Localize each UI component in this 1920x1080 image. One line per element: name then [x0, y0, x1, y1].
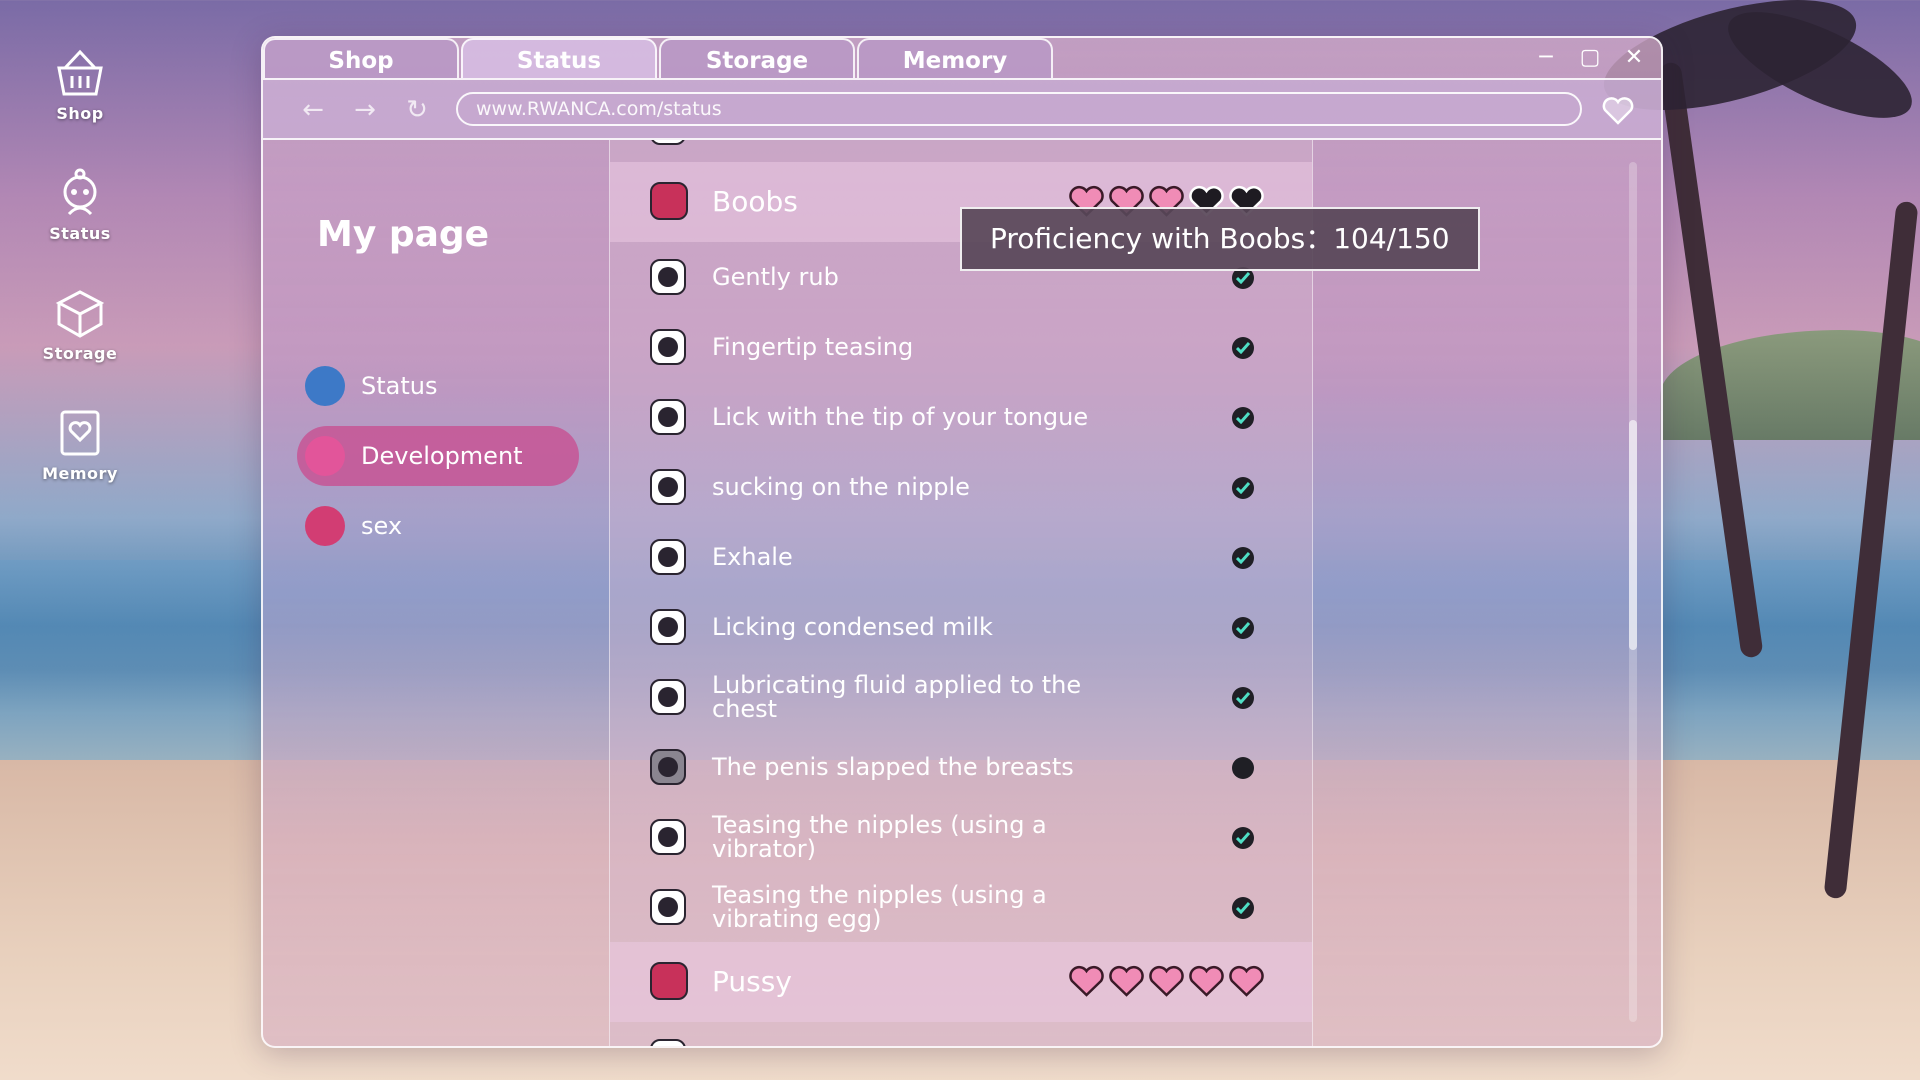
checkmark-icon — [1232, 547, 1254, 569]
character-icon — [63, 168, 97, 216]
vibrating-egg-icon — [650, 889, 686, 925]
sidebar-item-label: Development — [361, 442, 523, 470]
refresh-icon[interactable]: ↻ — [401, 94, 433, 126]
skill-icon — [650, 1039, 686, 1046]
heart-filled-icon — [1109, 965, 1144, 997]
category-label: Boobs — [712, 185, 798, 218]
desktop-status-label: Status — [49, 224, 111, 243]
forward-arrow-icon[interactable]: → — [349, 94, 381, 126]
desktop-storage-label: Storage — [42, 344, 118, 363]
list-item[interactable]: sucking on the nipple — [610, 452, 1312, 522]
address-toolbar: ← → ↻ www.RWANCA.com/status — [263, 78, 1661, 140]
box-icon — [55, 290, 105, 338]
locked-skill-icon — [650, 749, 686, 785]
list-item[interactable]: The penis slapped the breasts — [610, 732, 1312, 802]
sidebar-item-label: sex — [361, 512, 403, 540]
favorite-heart-icon[interactable] — [1601, 94, 1635, 128]
tab-memory[interactable]: Memory — [857, 38, 1053, 78]
sidebar-item-development[interactable]: Development — [297, 426, 579, 486]
item-label: Fingertip teasing — [712, 333, 914, 361]
tongue-icon — [650, 399, 686, 435]
maximize-icon[interactable]: ▢ — [1575, 44, 1605, 72]
item-label: Lick with the tip of your tongue — [712, 403, 1089, 431]
sidebar-item-sex[interactable]: sex — [297, 496, 579, 556]
basket-icon — [57, 49, 103, 96]
tab-bar: Shop Status Storage Memory ─ ▢ ✕ — [263, 38, 1661, 78]
desktop-storage[interactable]: Storage — [36, 288, 124, 363]
back-arrow-icon[interactable]: ← — [297, 94, 329, 126]
heart-filled-icon — [1229, 965, 1264, 997]
close-icon[interactable]: ✕ — [1619, 44, 1649, 72]
finger-icon — [650, 329, 686, 365]
desktop-memory[interactable]: Memory — [36, 408, 124, 483]
proficiency-tooltip: Proficiency with Boobs：104/150 — [960, 207, 1480, 271]
minimize-icon[interactable]: ─ — [1531, 44, 1561, 72]
heart-filled-icon — [1189, 965, 1224, 997]
item-label: Lubricating fluid applied to the chest — [712, 671, 1082, 723]
checkmark-icon — [1232, 477, 1254, 499]
list-item[interactable]: Lubricating fluid applied to the chest — [610, 662, 1312, 732]
sidebar-item-label: Status — [361, 372, 438, 400]
boobs-icon — [650, 182, 688, 220]
checkmark-icon — [1232, 337, 1254, 359]
list-item[interactable]: Fingertip teasing — [610, 312, 1312, 382]
list-item[interactable]: Exhale — [610, 522, 1312, 592]
checkmark-icon — [1232, 897, 1254, 919]
category-pussy[interactable]: Pussy — [610, 942, 1312, 1022]
user-icon — [305, 366, 345, 406]
checkmark-icon — [1232, 407, 1254, 429]
breath-icon — [650, 539, 686, 575]
tab-storage[interactable]: Storage — [659, 38, 855, 78]
incomplete-dot-icon — [1232, 757, 1254, 779]
skill-icon — [650, 140, 686, 145]
proficiency-hearts — [1068, 964, 1265, 1000]
gender-icon — [305, 506, 345, 546]
list-item — [610, 1022, 1312, 1046]
checkmark-icon — [1232, 827, 1254, 849]
scrollbar[interactable] — [1629, 162, 1637, 1022]
list-item[interactable]: Teasing the nipples (using a vibrator) — [610, 802, 1312, 872]
page-title: My page — [317, 214, 490, 255]
mouth-icon — [650, 469, 686, 505]
item-label: The penis slapped the breasts — [712, 753, 1074, 781]
pussy-icon — [650, 962, 688, 1000]
item-label: Licking condensed milk — [712, 613, 993, 641]
rub-icon — [650, 259, 686, 295]
desktop-status[interactable]: Status — [36, 168, 124, 243]
desktop-memory-label: Memory — [42, 464, 118, 483]
browser-window: Shop Status Storage Memory ─ ▢ ✕ ← → ↻ w… — [261, 36, 1663, 1048]
item-label: sucking on the nipple — [712, 473, 970, 501]
desktop-shop[interactable]: Shop — [36, 48, 124, 123]
list-item[interactable]: Lick with the tip of your tongue — [610, 382, 1312, 452]
item-label: Teasing the nipples (using a vibrating e… — [712, 881, 1047, 933]
lotion-icon — [650, 679, 686, 715]
checkmark-icon — [1232, 617, 1254, 639]
sidebar-item-status[interactable]: Status — [297, 356, 579, 416]
heart-filled-icon — [1069, 965, 1104, 997]
development-list: Boobs Gently rub Fingertip teasing Lick … — [609, 140, 1313, 1046]
tab-shop[interactable]: Shop — [263, 38, 459, 78]
list-item[interactable]: Licking condensed milk — [610, 592, 1312, 662]
url-field[interactable]: www.RWANCA.com/status — [456, 92, 1582, 126]
desktop-shop-label: Shop — [56, 104, 104, 123]
list-item — [610, 140, 1312, 162]
checkmark-icon — [1232, 687, 1254, 709]
vibrator-icon — [650, 819, 686, 855]
scrollbar-thumb[interactable] — [1629, 420, 1637, 650]
tab-status[interactable]: Status — [461, 38, 657, 78]
item-label: Teasing the nipples (using a vibrator) — [712, 811, 1047, 863]
milk-icon — [650, 609, 686, 645]
album-icon — [60, 410, 100, 456]
category-label: Pussy — [712, 965, 792, 998]
list-item[interactable]: Teasing the nipples (using a vibrating e… — [610, 872, 1312, 942]
heart-filled-icon — [1149, 965, 1184, 997]
development-icon — [305, 436, 345, 476]
item-label: Exhale — [712, 543, 793, 571]
